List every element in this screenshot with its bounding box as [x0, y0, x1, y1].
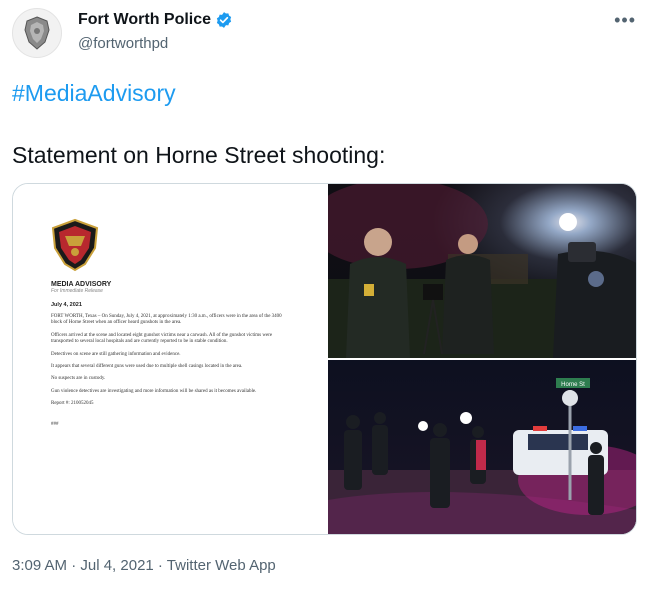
handle[interactable]: @fortworthpd [78, 35, 233, 52]
scene-photo-officers[interactable] [328, 184, 636, 358]
advisory-paragraph: Report #: 210052045 [51, 401, 94, 407]
tweet-text: Statement on Horne Street shooting: [12, 142, 386, 168]
scene-photo-street[interactable]: Horne St [328, 360, 636, 534]
advisory-title: MEDIA ADVISORY [51, 281, 112, 288]
display-name-row: Fort Worth Police [78, 11, 233, 29]
fort-worth-police-patch-icon [51, 218, 99, 272]
tweet-timestamp[interactable]: 3:09 AM · Jul 4, 2021 · Twitter Web App [12, 557, 276, 574]
street-sign-label: Horne St [561, 382, 585, 388]
tweet-header: Fort Worth Police @fortworthpd ••• [12, 8, 638, 64]
advisory-paragraph: No suspects are in custody. [51, 376, 106, 382]
verified-badge-icon [216, 12, 232, 28]
display-name[interactable]: Fort Worth Police [78, 11, 211, 29]
night-street-police-car-image: Horne St [328, 360, 636, 534]
advisory-date: July 4, 2021 [51, 302, 82, 308]
avatar[interactable] [12, 8, 62, 58]
media-grid: MEDIA ADVISORY For Immediate Release Jul… [12, 183, 637, 535]
advisory-end-marks: ### [51, 421, 59, 427]
media-advisory-document-image[interactable]: MEDIA ADVISORY For Immediate Release Jul… [13, 184, 327, 534]
police-badge-icon [24, 16, 50, 50]
advisory-paragraph: Officers arrived at the scene and locate… [51, 332, 273, 345]
advisory-paragraph: FORT WORTH, Texas – On Sunday, July 4, 2… [51, 314, 282, 326]
night-scene-officers-image [328, 184, 636, 358]
more-options-icon[interactable]: ••• [614, 10, 636, 31]
hashtag-link[interactable]: #MediaAdvisory [12, 80, 176, 107]
advisory-paragraph: Detectives on scene are still gathering … [51, 351, 181, 357]
advisory-paragraph: It appears that several different guns w… [51, 364, 243, 370]
advisory-subtitle: For Immediate Release [51, 288, 103, 294]
advisory-paragraph: Gun violence detectives are investigatin… [51, 388, 257, 394]
